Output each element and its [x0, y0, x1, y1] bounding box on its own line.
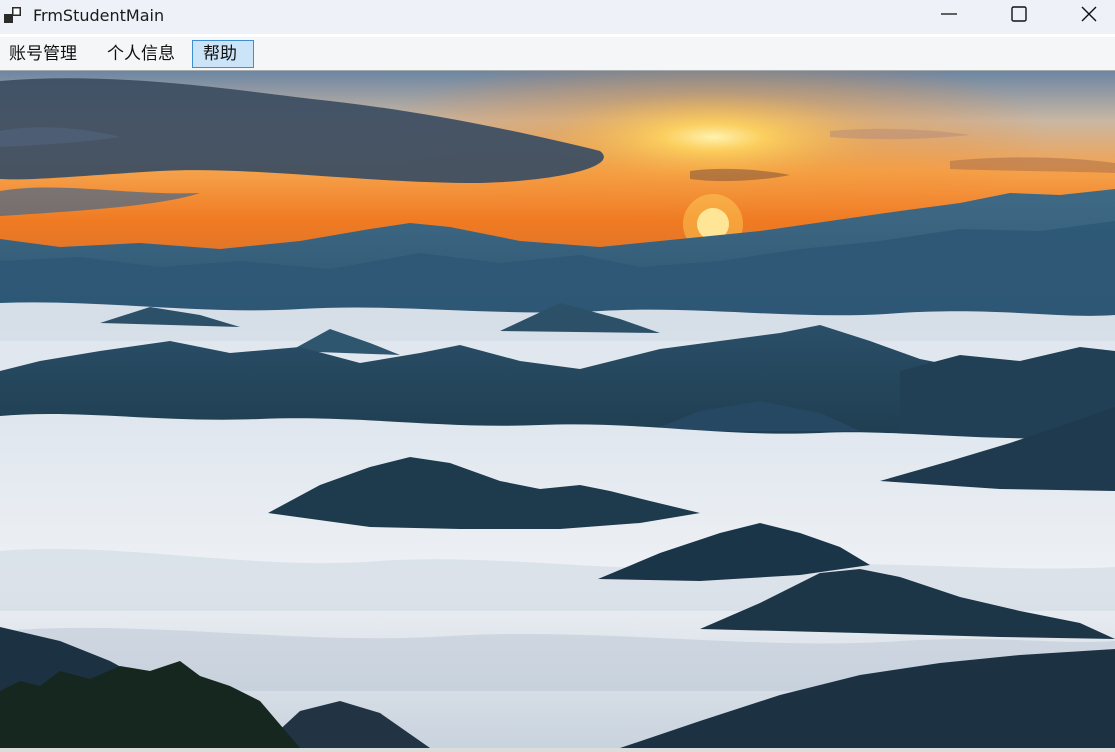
minimize-button[interactable] [915, 0, 983, 32]
sunrise-sea-of-clouds-image [0, 71, 1115, 748]
menu-account-management[interactable]: 账号管理 [0, 40, 88, 68]
menu-personal-info[interactable]: 个人信息 [96, 40, 186, 68]
background-image [0, 71, 1115, 748]
app-window: FrmStudentMain 账号管理 个人信息 帮助 [0, 0, 1115, 752]
close-icon [1080, 5, 1098, 27]
menu-help[interactable]: 帮助 [192, 40, 254, 68]
window-bottom-edge [0, 748, 1115, 752]
maximize-icon [1010, 5, 1028, 27]
maximize-button[interactable] [985, 0, 1053, 32]
minimize-icon [940, 5, 958, 27]
app-window-icon [4, 6, 22, 24]
window-title: FrmStudentMain [33, 6, 165, 25]
menu-bar: 账号管理 个人信息 帮助 [0, 37, 1115, 71]
close-button[interactable] [1055, 0, 1115, 32]
title-bar[interactable]: FrmStudentMain [0, 0, 1115, 34]
